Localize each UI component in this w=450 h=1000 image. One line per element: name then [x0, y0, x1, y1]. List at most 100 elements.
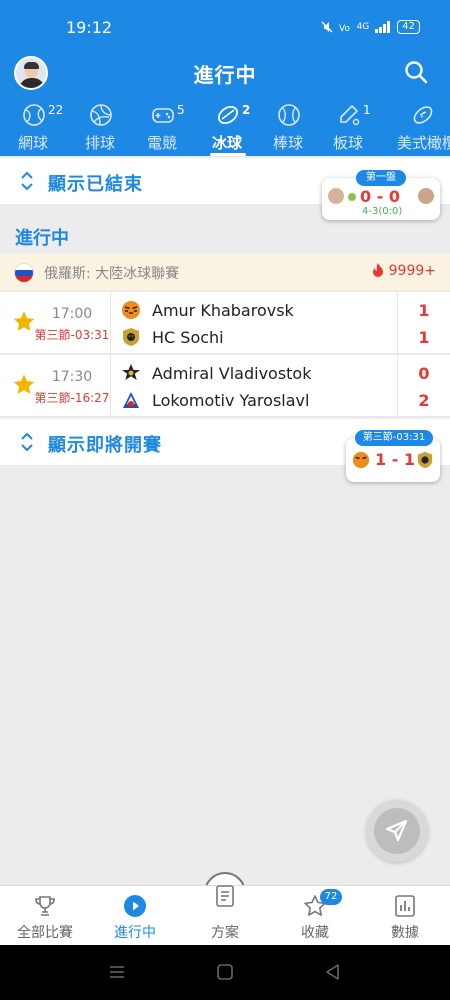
away-score: 2 [418, 391, 430, 410]
tab-ice-hockey[interactable]: 2 冰球 [197, 98, 257, 156]
nav-label: 全部比賽 [17, 925, 73, 941]
svg-text:Vo: Vo [339, 24, 350, 33]
favorite-star-icon[interactable] [12, 373, 36, 397]
show-finished-label: 顯示已結束 [48, 174, 143, 195]
finished-sub-score: 4-3(0:0) [362, 206, 403, 217]
tab-label: 網球 [17, 134, 48, 152]
tab-baseball[interactable]: 棒球 [258, 98, 318, 156]
nav-label: 進行中 [114, 925, 156, 941]
nav-label: 方案 [211, 925, 239, 941]
home-team-name: Admiral Vladivostok [152, 364, 312, 383]
expand-collapse-icon [21, 171, 33, 191]
football-icon [413, 106, 433, 124]
volte-icon: Vo [339, 24, 350, 33]
league-hot-count: 9999+ [372, 263, 436, 279]
sport-tabs: 22 網球 排球 5 電競 2 冰球 棒球 1 板球 美式橄欖 [0, 98, 450, 156]
home-team-name: Amur Khabarovsk [152, 301, 294, 320]
document-icon [216, 885, 234, 907]
locomotive-logo-icon [123, 392, 139, 408]
hot-count-text: 9999+ [388, 263, 436, 279]
leopard-logo-icon [123, 328, 139, 346]
player-avatar [328, 188, 344, 204]
gamepad-icon [152, 108, 174, 123]
match-period: 第三節-03:31 [34, 328, 110, 342]
favorites-badge: 72 [320, 889, 342, 905]
match-row[interactable]: 17:00 第三節-03:31 Amur Khabarovsk HC Sochi… [0, 292, 450, 354]
tab-label: 冰球 [211, 134, 242, 152]
tab-label: 板球 [332, 134, 363, 152]
admiral-logo-icon [122, 364, 140, 380]
tab-esports[interactable]: 5 電競 [132, 98, 192, 156]
hockey-puck-icon [217, 105, 239, 125]
tab-volleyball[interactable]: 排球 [70, 98, 130, 156]
baseball-icon [278, 104, 300, 126]
finished-score: 0 - 0 [360, 187, 401, 206]
live-card-score: 1 - 1 [375, 450, 416, 469]
nav-label: 收藏 [301, 925, 329, 941]
leopard-logo-icon [417, 451, 433, 469]
nav-plans[interactable]: 方案 [180, 885, 270, 946]
expand-collapse-icon [21, 432, 33, 452]
match-time: 17:30 [51, 369, 93, 385]
league-header[interactable]: 俄羅斯: 大陸冰球聯賽 9999+ [0, 254, 450, 290]
tab-count: 2 [242, 103, 251, 117]
section-title: 進行中 [15, 228, 69, 249]
status-time: 19:12 [66, 18, 113, 37]
nav-live[interactable]: 進行中 [90, 886, 180, 946]
app-header: 進行中 [0, 50, 450, 98]
page-title: 進行中 [193, 63, 257, 87]
fire-icon [373, 263, 384, 277]
tiger-logo-icon [122, 301, 140, 319]
russia-flag-icon [14, 263, 34, 283]
tennis-ball-icon [348, 193, 356, 201]
tab-cricket[interactable]: 1 板球 [318, 98, 378, 156]
player-avatar [418, 188, 434, 204]
search-icon[interactable] [404, 60, 428, 84]
match-time: 17:00 [51, 306, 93, 322]
nav-label: 數據 [391, 925, 419, 941]
home-icon[interactable] [216, 963, 234, 981]
tennis-icon [23, 104, 45, 126]
nav-data[interactable]: 數據 [360, 886, 450, 946]
tab-label: 棒球 [272, 134, 303, 152]
finished-card-badge: 第一盤 [356, 170, 406, 186]
active-tab-indicator [210, 153, 246, 156]
back-icon[interactable] [324, 963, 342, 981]
tab-tennis[interactable]: 22 網球 [3, 98, 63, 156]
play-icon [124, 895, 146, 917]
tab-label: 排球 [84, 134, 115, 152]
favorite-star-icon[interactable] [12, 310, 36, 334]
status-bar: 19:12 Vo 4G 42 [0, 0, 450, 50]
live-card-badge: 第三節-03:31 [355, 430, 433, 446]
league-name: 俄羅斯: 大陸冰球聯賽 [44, 266, 180, 282]
tab-count: 5 [177, 103, 185, 117]
signal-icon [375, 21, 391, 33]
mute-icon [321, 21, 333, 33]
away-team-name: Lokomotiv Yaroslavl [152, 391, 310, 410]
menu-icon[interactable] [108, 963, 126, 981]
system-navigation-bar [0, 945, 450, 1000]
network-type-icon: 4G [356, 22, 370, 32]
send-icon [385, 819, 408, 842]
tiger-logo-icon [352, 451, 370, 469]
tab-label: 美式橄欖 [396, 134, 450, 152]
tab-american-football[interactable]: 美式橄欖 [392, 98, 450, 156]
nav-all-matches[interactable]: 全部比賽 [0, 886, 90, 946]
battery-icon: 42 [397, 20, 420, 34]
home-score: 1 [418, 301, 430, 320]
away-team-name: HC Sochi [152, 328, 224, 347]
status-icons: Vo 4G 42 [321, 20, 420, 34]
tab-label: 電競 [146, 134, 177, 152]
home-score: 0 [418, 364, 430, 383]
bar-chart-icon [395, 895, 415, 917]
away-score: 1 [418, 328, 430, 347]
nav-favorites[interactable]: 收藏 [270, 886, 360, 946]
match-period: 第三節-16:27 [34, 391, 110, 405]
floating-action-button[interactable] [366, 800, 428, 862]
trophy-icon [35, 896, 55, 916]
match-row[interactable]: 17:30 第三節-16:27 Admiral Vladivostok Loko… [0, 355, 450, 417]
tab-count: 22 [48, 103, 64, 117]
show-upcoming-label: 顯示即將開賽 [48, 435, 162, 456]
tab-count: 1 [363, 103, 371, 117]
cricket-icon [340, 104, 360, 126]
